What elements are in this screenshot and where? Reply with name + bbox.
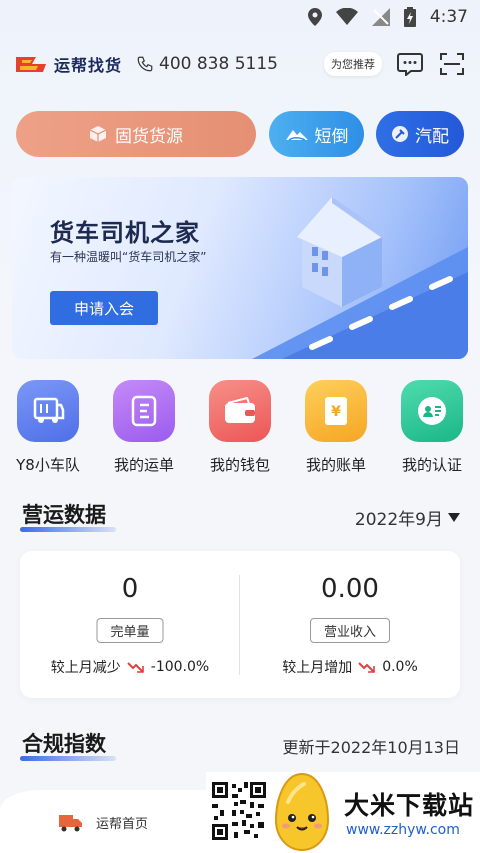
app-logo: 运帮找货 bbox=[14, 52, 122, 76]
income-compare-label: 较上月增加 bbox=[282, 660, 353, 676]
waybill-icon bbox=[113, 380, 175, 442]
operations-title: 营运数据 bbox=[22, 503, 106, 527]
menu-item-bill[interactable]: ¥ 我的账单 bbox=[296, 380, 376, 475]
completed-orders-value: 0 bbox=[121, 574, 139, 604]
hills-icon bbox=[285, 130, 308, 141]
wifi-icon bbox=[335, 8, 358, 25]
message-icon bbox=[397, 53, 423, 76]
completed-orders-tag: 完单量 bbox=[96, 618, 164, 643]
watermark-url: www.zzhyw.com bbox=[346, 822, 460, 838]
menu-label-fleet: Y8小车队 bbox=[16, 456, 80, 474]
logo-text: 运帮找货 bbox=[54, 56, 123, 75]
banner-title: 货车司机之家 bbox=[50, 219, 200, 247]
compliance-title: 合规指数 bbox=[22, 732, 106, 756]
menu-item-wallet[interactable]: 我的钱包 bbox=[200, 380, 280, 475]
status-time: 4:37 bbox=[429, 7, 468, 27]
completed-compare-value: -100.0% bbox=[150, 659, 210, 675]
id-card-icon bbox=[401, 380, 463, 442]
auto-parts-button[interactable]: 汽配 bbox=[376, 111, 464, 157]
income-value: 0.00 bbox=[321, 574, 379, 604]
month-value: 2022年9月 bbox=[354, 510, 443, 530]
completed-compare-label: 较上月减少 bbox=[50, 660, 121, 676]
menu-label-waybill: 我的运单 bbox=[113, 456, 174, 474]
tab-home[interactable]: 运帮首页 bbox=[58, 812, 148, 832]
box-icon bbox=[89, 126, 107, 142]
fixed-cargo-button[interactable]: 固货货源 bbox=[16, 111, 256, 157]
watermark: 大米下载站 www.zzhyw.com bbox=[206, 772, 480, 853]
short-haul-button[interactable]: 短倒 bbox=[269, 111, 364, 157]
quick-menu: Y8小车队 我的运单 我的钱包 ¥ 我的账单 我的认证 bbox=[0, 380, 480, 480]
watermark-name: 大米下载站 bbox=[344, 791, 475, 820]
short-haul-label: 短倒 bbox=[314, 126, 349, 147]
svg-text:¥: ¥ bbox=[331, 404, 341, 420]
trend-down-icon bbox=[358, 662, 376, 673]
menu-item-fleet[interactable]: Y8小车队 bbox=[8, 380, 88, 475]
menu-label-wallet: 我的钱包 bbox=[209, 456, 270, 474]
top-button-row: 固货货源 短倒 汽配 bbox=[16, 111, 464, 157]
phone-number: 400 838 5115 bbox=[159, 54, 278, 74]
month-selector[interactable]: 2022年9月 bbox=[355, 505, 460, 530]
operations-card: 0 完单量 较上月减少 -100.0% 0.00 营业收入 较上月增加 0.0% bbox=[20, 551, 460, 698]
trend-down-icon bbox=[127, 662, 144, 673]
menu-label-bill: 我的账单 bbox=[305, 456, 366, 474]
message-button[interactable] bbox=[396, 50, 424, 78]
apply-membership-button[interactable]: 申请入会 bbox=[50, 291, 158, 325]
auto-parts-label: 汽配 bbox=[415, 126, 449, 147]
menu-item-verify[interactable]: 我的认证 bbox=[392, 380, 472, 475]
truck-icon bbox=[17, 380, 79, 442]
income-stat[interactable]: 0.00 营业收入 较上月增加 0.0% bbox=[240, 551, 460, 698]
wallet-icon bbox=[209, 380, 271, 442]
scan-button[interactable] bbox=[438, 50, 466, 78]
bill-icon: ¥ bbox=[305, 380, 367, 442]
completed-orders-stat[interactable]: 0 完单量 较上月减少 -100.0% bbox=[20, 551, 240, 698]
caret-down-icon bbox=[448, 513, 460, 522]
qr-code-icon bbox=[210, 780, 268, 842]
signal-icon bbox=[371, 8, 390, 26]
completed-orders-compare: 较上月减少 -100.0% bbox=[20, 657, 240, 677]
recommend-badge[interactable]: 为您推荐 bbox=[324, 52, 382, 76]
truck-icon bbox=[59, 815, 82, 832]
service-phone[interactable]: 400 838 5115 bbox=[136, 54, 278, 74]
phone-icon bbox=[137, 56, 153, 72]
income-compare: 较上月增加 0.0% bbox=[240, 657, 460, 677]
scan-icon bbox=[440, 53, 464, 75]
location-icon bbox=[307, 8, 322, 26]
wrench-icon bbox=[392, 126, 408, 142]
menu-label-verify: 我的认证 bbox=[401, 456, 462, 474]
income-compare-value: 0.0% bbox=[382, 659, 418, 675]
mascot-icon bbox=[274, 772, 330, 852]
app-header: 运帮找货 400 838 5115 为您推荐 bbox=[14, 46, 466, 82]
promo-banner[interactable]: 货车司机之家 有一种温暖叫“货车司机之家” 申请入会 bbox=[12, 177, 468, 359]
tab-home-label: 运帮首页 bbox=[96, 816, 149, 832]
income-tag: 营业收入 bbox=[309, 618, 391, 643]
status-bar: 4:37 bbox=[0, 0, 480, 34]
menu-item-waybill[interactable]: 我的运单 bbox=[104, 380, 184, 475]
battery-icon bbox=[403, 7, 416, 27]
house-road-illustration bbox=[252, 197, 468, 359]
compliance-updated: 更新于2022年10月13日 bbox=[282, 738, 460, 757]
fixed-cargo-label: 固货货源 bbox=[115, 126, 183, 147]
banner-subtitle: 有一种温暖叫“货车司机之家” bbox=[50, 250, 207, 264]
logo-icon bbox=[16, 57, 46, 72]
